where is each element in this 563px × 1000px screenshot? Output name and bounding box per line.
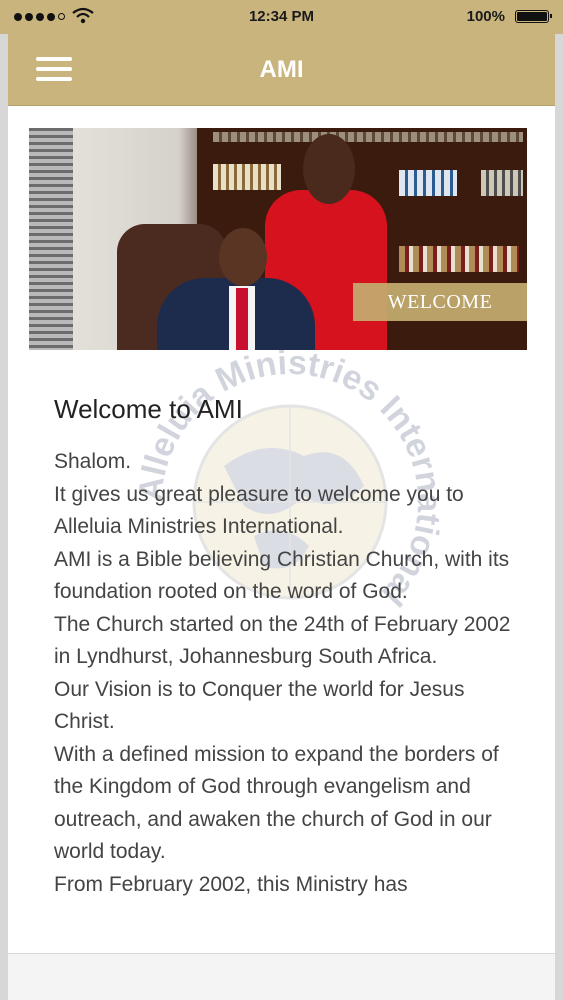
- hero-image: WELCOME: [29, 128, 527, 350]
- content-area[interactable]: WELCOME Alleluia Ministries Internationa…: [8, 106, 555, 954]
- paragraph: Shalom.: [54, 450, 132, 473]
- man-head: [219, 228, 267, 286]
- welcome-message: Shalom. It gives us great pleasure to we…: [54, 446, 518, 901]
- paragraph: AMI is a Bible believing Christian Churc…: [54, 547, 510, 604]
- woman-head: [303, 134, 355, 204]
- welcome-tag: WELCOME: [353, 283, 527, 321]
- page-heading: Welcome to AMI: [54, 394, 243, 424]
- frame-right: [555, 0, 563, 1000]
- battery-icon: [515, 10, 552, 23]
- paragraph: From February 2002, this Ministry has: [54, 872, 408, 896]
- paragraph: It gives us great pleasure to welcome yo…: [54, 482, 464, 539]
- books: [213, 132, 523, 142]
- bottom-bar: [8, 953, 555, 1000]
- paragraph: Our Vision is to Conquer the world for J…: [54, 677, 465, 734]
- books: [399, 246, 519, 272]
- man-tie: [236, 288, 248, 350]
- books: [213, 164, 281, 190]
- window-blinds: [29, 128, 73, 350]
- books: [399, 170, 457, 196]
- nav-bar: AMI: [8, 34, 555, 106]
- battery-percent: 100%: [466, 8, 505, 25]
- books: [481, 170, 523, 196]
- nav-title: AMI: [259, 56, 304, 83]
- status-bar: 12:34 PM 100%: [0, 0, 563, 34]
- paragraph: The Church started on the 24th of Februa…: [54, 612, 511, 669]
- frame-left: [0, 0, 8, 1000]
- paragraph: With a defined mission to expand the bor…: [54, 742, 499, 864]
